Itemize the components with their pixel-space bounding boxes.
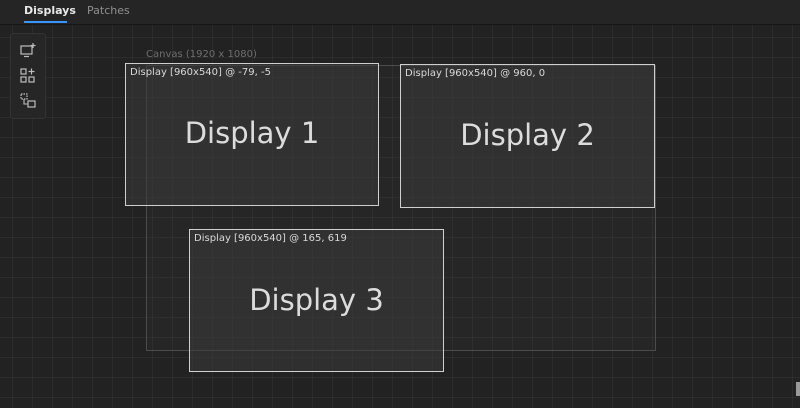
tab-patches[interactable]: Patches [87, 4, 130, 18]
display-info: Display [960x540] @ 960, 0 [405, 68, 546, 79]
patch-link-icon [20, 93, 36, 108]
tab-displays[interactable]: Displays [24, 4, 76, 18]
display-workspace[interactable]: Canvas (1920 x 1080) Display [960x540] @… [0, 25, 800, 408]
tab-bar: Displays Patches [0, 0, 800, 25]
display-2[interactable]: Display [960x540] @ 960, 0 Display 2 [400, 64, 655, 208]
add-grid-icon [20, 68, 35, 83]
display-info: Display [960x540] @ -79, -5 [130, 67, 271, 78]
display-name: Display 3 [249, 283, 384, 317]
canvas-label: Canvas (1920 x 1080) [146, 49, 257, 60]
toolbox [10, 33, 46, 119]
add-display-button[interactable] [19, 42, 37, 60]
active-tab-indicator [24, 21, 67, 23]
resize-handle[interactable] [796, 382, 800, 396]
display-3[interactable]: Display [960x540] @ 165, 619 Display 3 [189, 229, 444, 372]
app-window: Displays Patches Canvas (1920 x 1080) Di… [0, 0, 800, 408]
display-info: Display [960x540] @ 165, 619 [194, 233, 347, 244]
display-name: Display 2 [460, 118, 595, 152]
display-1[interactable]: Display [960x540] @ -79, -5 Display 1 [125, 63, 379, 206]
patch-link-button[interactable] [19, 92, 37, 110]
display-name: Display 1 [184, 116, 320, 150]
add-display-icon [20, 43, 36, 58]
add-grid-button[interactable] [19, 67, 37, 85]
